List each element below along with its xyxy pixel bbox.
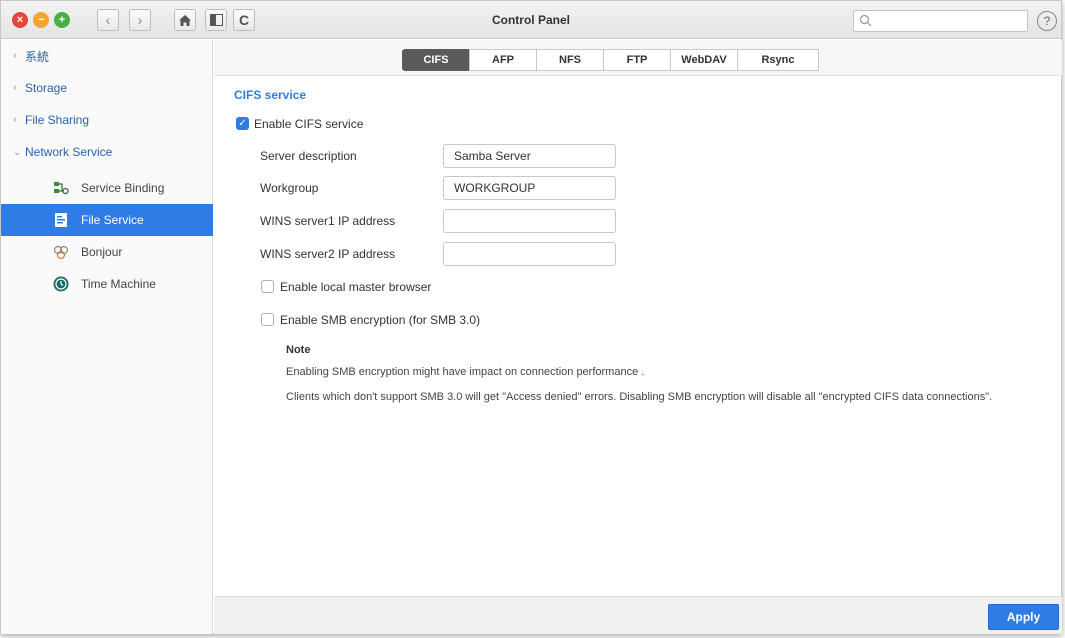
forward-button[interactable]: › — [129, 9, 151, 31]
tab-cifs[interactable]: CIFS — [402, 49, 470, 71]
back-button[interactable]: ‹ — [97, 9, 119, 31]
sidebar-subitem-label: Bonjour — [81, 245, 123, 259]
sidebar-subitem-label: File Service — [81, 213, 144, 227]
chevron-right-icon: › — [13, 50, 17, 62]
smb-encryption-checkbox[interactable] — [261, 313, 274, 326]
sidebar-item-storage[interactable]: › Storage — [1, 72, 213, 104]
sidebar-item-system[interactable]: › 系統 — [1, 40, 213, 72]
maximize-icon: + — [58, 13, 66, 26]
sidebar-item-label: Network Service — [25, 145, 113, 159]
refresh-icon: C — [238, 12, 250, 28]
minimize-window-button[interactable]: − — [33, 12, 49, 28]
toggle-sidebar-button[interactable] — [205, 9, 227, 31]
workgroup-field[interactable]: WORKGROUP — [443, 176, 616, 200]
title-bar: × − + ‹ › C Control Panel ? — [1, 1, 1061, 39]
sidebar-item-network-service[interactable]: ⌄ Network Service — [1, 136, 213, 168]
checkmark-icon: ✓ — [238, 118, 247, 129]
enable-cifs-checkbox[interactable]: ✓ — [236, 117, 249, 130]
search-icon — [859, 14, 872, 27]
search-input[interactable] — [853, 10, 1028, 32]
time-machine-icon — [53, 276, 69, 292]
close-window-button[interactable]: × — [12, 12, 28, 28]
home-icon — [179, 14, 191, 26]
bonjour-icon — [53, 245, 69, 260]
smb-encryption-label: Enable SMB encryption (for SMB 3.0) — [280, 313, 481, 327]
enable-cifs-label: Enable CIFS service — [254, 117, 364, 131]
tab-ftp[interactable]: FTP — [603, 49, 671, 71]
local-master-browser-checkbox[interactable] — [261, 280, 274, 293]
server-description-label: Server description — [260, 149, 357, 163]
sidebar-subitem-bonjour[interactable]: Bonjour — [1, 236, 213, 268]
file-service-icon — [55, 213, 67, 227]
minimize-icon: − — [37, 13, 45, 26]
note-title: Note — [286, 344, 311, 356]
chevron-right-icon: › — [13, 82, 17, 94]
network-binding-icon — [54, 182, 69, 195]
sidebar-item-label: 系統 — [25, 49, 50, 64]
close-icon: × — [16, 13, 24, 26]
sidebar-subitem-service-binding[interactable]: Service Binding — [1, 172, 213, 204]
tab-rsync[interactable]: Rsync — [737, 49, 819, 71]
sidebar-subitem-time-machine[interactable]: Time Machine — [1, 268, 213, 300]
chevron-right-icon: › — [13, 114, 17, 126]
section-title: CIFS service — [234, 88, 307, 102]
tab-afp[interactable]: AFP — [469, 49, 537, 71]
wins1-field[interactable] — [443, 209, 616, 233]
chevron-down-icon: ⌄ — [13, 146, 22, 158]
help-button[interactable]: ? — [1037, 11, 1057, 31]
note-line: Enabling SMB encryption might have impac… — [286, 366, 645, 378]
server-description-field[interactable]: Samba Server — [443, 144, 616, 168]
note-line: Clients which don't support SMB 3.0 will… — [286, 391, 993, 403]
sidebar-panel-icon — [209, 14, 223, 26]
control-panel-window: × − + ‹ › C Control Panel ? › 系統 › Stora… — [0, 0, 1062, 634]
refresh-button[interactable]: C — [233, 9, 255, 31]
wins1-label: WINS server1 IP address — [260, 214, 396, 228]
home-button[interactable] — [174, 9, 196, 31]
sidebar-item-file-sharing[interactable]: › File Sharing — [1, 104, 213, 136]
cifs-settings-panel: CIFS service ✓ Enable CIFS service Serve… — [214, 77, 1062, 595]
wins2-label: WINS server2 IP address — [260, 247, 396, 261]
maximize-window-button[interactable]: + — [54, 12, 70, 28]
local-master-browser-label: Enable local master browser — [280, 280, 432, 294]
apply-button[interactable]: Apply — [988, 604, 1059, 630]
sidebar-item-label: File Sharing — [25, 113, 90, 127]
tab-nfs[interactable]: NFS — [536, 49, 604, 71]
wins2-field[interactable] — [443, 242, 616, 266]
sidebar-item-label: Storage — [25, 81, 68, 95]
footer-bar: Apply — [214, 596, 1062, 634]
sidebar: › 系統 › Storage › File Sharing ⌄ Network … — [1, 40, 213, 634]
sidebar-subitem-label: Service Binding — [81, 181, 165, 195]
service-tabs: CIFS AFP NFS FTP WebDAV Rsync — [214, 40, 1062, 76]
workgroup-label: Workgroup — [260, 181, 319, 195]
help-icon: ? — [1043, 14, 1051, 28]
sidebar-subitem-label: Time Machine — [81, 277, 156, 291]
tab-webdav[interactable]: WebDAV — [670, 49, 738, 71]
chevron-right-icon: › — [137, 12, 143, 28]
sidebar-subitem-file-service[interactable]: File Service — [1, 204, 213, 236]
chevron-left-icon: ‹ — [105, 12, 111, 28]
